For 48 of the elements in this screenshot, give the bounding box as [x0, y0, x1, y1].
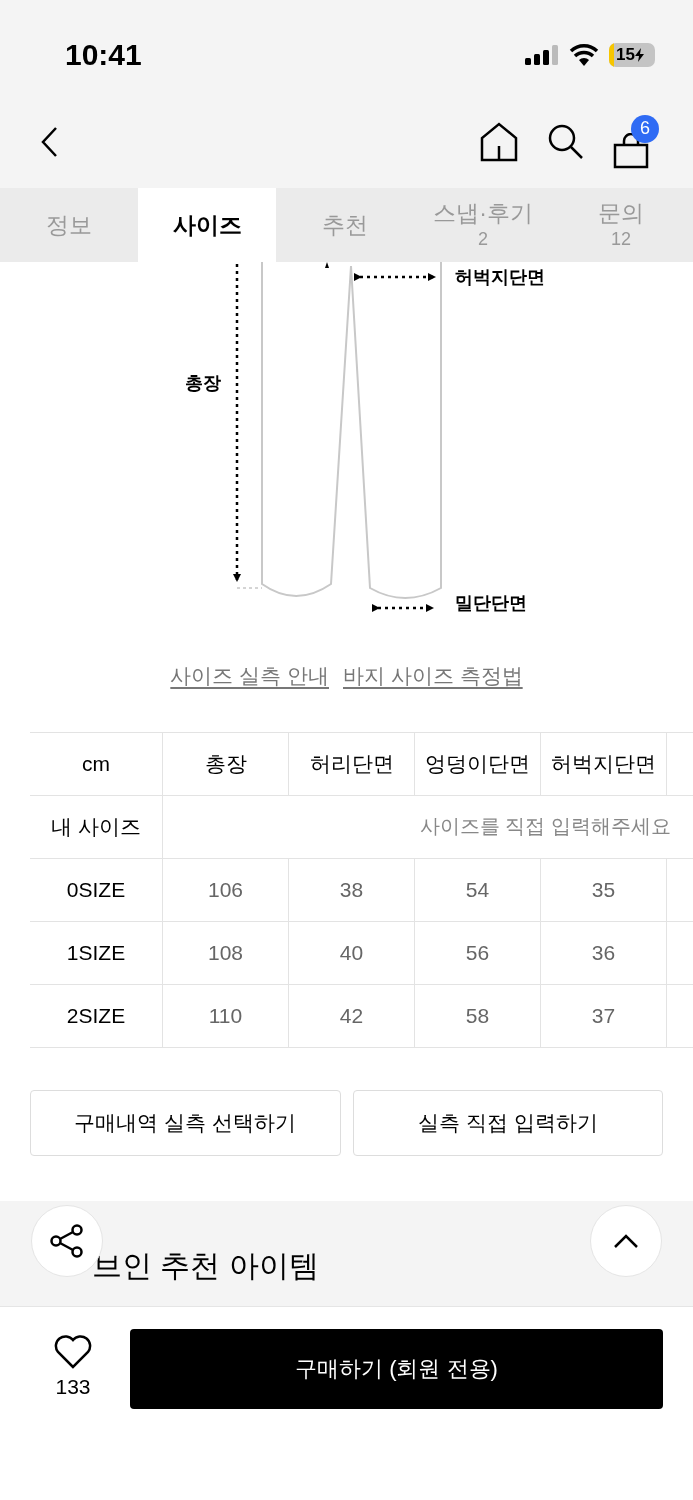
- section-tab[interactable]: 정보: [0, 188, 138, 262]
- like-button[interactable]: 133: [50, 1328, 96, 1402]
- section-tab[interactable]: 추천: [276, 188, 414, 262]
- table-cell: 36: [541, 921, 667, 985]
- my-size-field[interactable]: 사이즈를 직접 입력해주세요: [163, 795, 693, 859]
- table-cell: 37: [541, 984, 667, 1048]
- thigh-label: 허벅지단면: [455, 266, 545, 289]
- cart-count-badge: 6: [631, 114, 659, 143]
- table-cell: 106: [163, 858, 289, 922]
- buy-button[interactable]: 구매하기 (회원 전용): [130, 1328, 663, 1409]
- section-tab[interactable]: 스냅·후기 2: [414, 188, 552, 262]
- table-cell: 56: [415, 921, 541, 985]
- row-header: 2SIZE: [30, 984, 163, 1048]
- row-header: 1SIZE: [30, 921, 163, 985]
- wifi-icon: [569, 43, 599, 66]
- battery-indicator: 15: [609, 42, 655, 67]
- chevron-up-icon: [613, 1232, 639, 1249]
- signal-icon: [525, 44, 559, 65]
- row-header: 0SIZE: [30, 858, 163, 922]
- table-cell: 38: [289, 858, 415, 922]
- table-cell: 35: [541, 858, 667, 922]
- section-tab[interactable]: 사이즈: [138, 188, 276, 262]
- home-button[interactable]: [479, 121, 519, 162]
- column-header: cm: [30, 732, 163, 796]
- size-action-button[interactable]: 실측 직접 입력하기: [352, 1089, 663, 1156]
- section-title: 브인 추천 아이템: [92, 1247, 319, 1284]
- column-header: 허벅지단면: [541, 732, 667, 796]
- table-cell: 54: [415, 858, 541, 922]
- row-header: 내 사이즈: [30, 795, 163, 859]
- status-time: 10:41: [65, 37, 142, 73]
- table-cell: 108: [163, 921, 289, 985]
- column-header: 총장: [163, 732, 289, 796]
- table-cell: 110: [163, 984, 289, 1048]
- column-header: 허리단면: [289, 732, 415, 796]
- table-cell: 40: [289, 921, 415, 985]
- size-guide-link[interactable]: 바지 사이즈 측정법: [343, 660, 523, 692]
- column-header: 엉덩이단면: [415, 732, 541, 796]
- cart-button[interactable]: 6: [613, 114, 659, 169]
- section-tab[interactable]: 문의 12: [552, 188, 690, 262]
- length-label: 총장: [185, 372, 221, 395]
- table-cell: 58: [415, 984, 541, 1048]
- size-guide-link[interactable]: 사이즈 실측 안내: [170, 660, 329, 692]
- size-action-button[interactable]: 구매내역 실측 선택하기: [30, 1089, 341, 1156]
- heart-icon: [54, 1334, 92, 1369]
- search-button[interactable]: [547, 122, 585, 161]
- share-icon: [49, 1222, 85, 1259]
- table-cell: 42: [289, 984, 415, 1048]
- hem-label: 밀단단면: [455, 592, 527, 615]
